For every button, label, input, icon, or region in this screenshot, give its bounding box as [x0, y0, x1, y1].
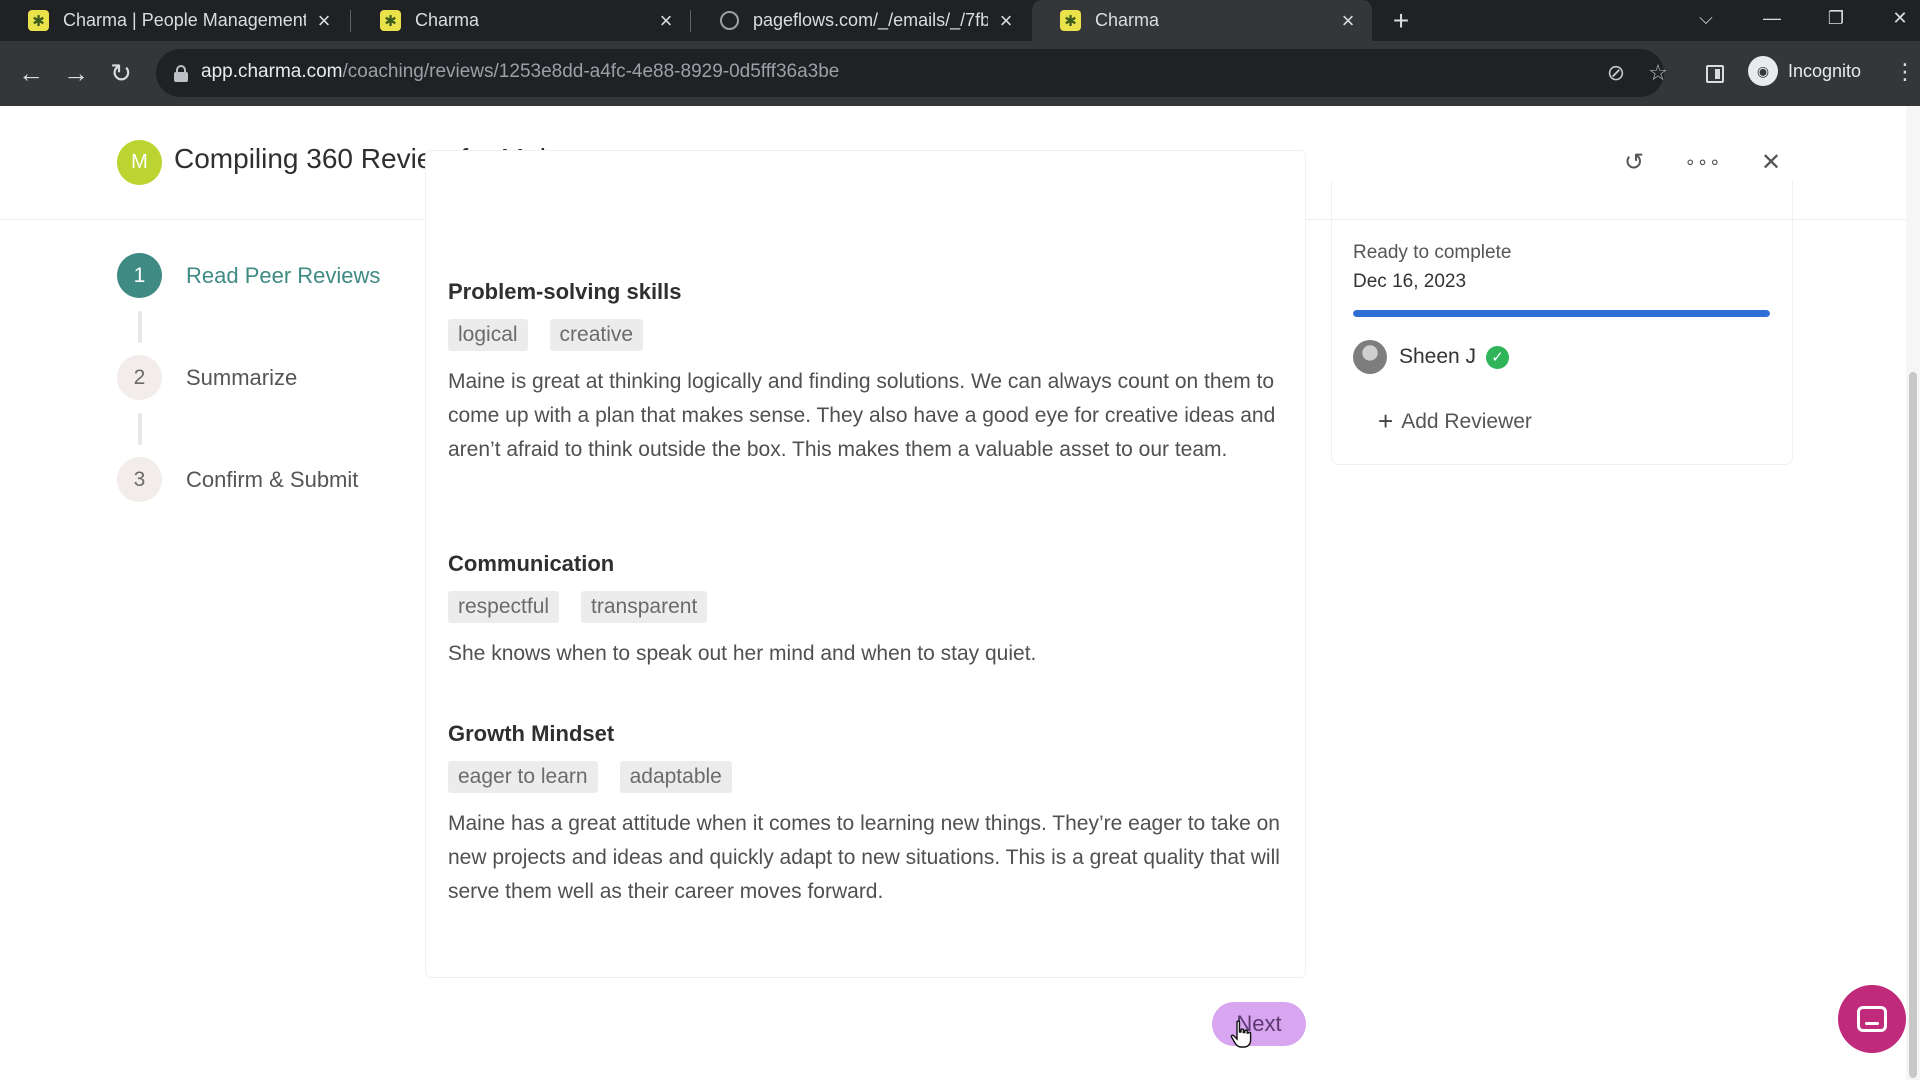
tab-close-icon[interactable]: × [656, 8, 676, 33]
next-button[interactable]: Next [1212, 1002, 1306, 1046]
tag: eager to learn [448, 761, 598, 793]
add-reviewer-button[interactable]: + Add Reviewer [1378, 406, 1532, 437]
step-connector [138, 311, 142, 343]
scrollbar-thumb[interactable] [1909, 372, 1917, 1078]
review-due-date: Dec 16, 2023 [1353, 271, 1467, 292]
plus-icon: + [1378, 406, 1394, 436]
tag: transparent [581, 591, 708, 623]
step-number: 1 [117, 253, 162, 298]
browser-tab-4-active[interactable]: ✱ Charma × [1032, 0, 1372, 41]
tag: creative [549, 319, 644, 351]
tab-close-icon[interactable]: × [1338, 8, 1358, 33]
tab-search-icon[interactable]: ⌵ [1678, 0, 1734, 36]
step-label: Read Peer Reviews [186, 262, 381, 288]
section-title: Communication [448, 551, 615, 576]
browser-toolbar: ← → ↻ app.charma.com/coaching/reviews/12… [0, 41, 1920, 106]
forward-icon[interactable]: → [57, 54, 95, 92]
review-section-communication: Communication respectful transparent She… [448, 551, 1288, 671]
chat-support-button[interactable] [1838, 985, 1906, 1053]
hand-pointer-cursor-icon [1230, 1020, 1252, 1048]
step-summarize[interactable]: 2 Summarize [117, 355, 297, 400]
tag-list: respectful transparent [448, 591, 1288, 623]
step-confirm-submit[interactable]: 3 Confirm & Submit [117, 457, 358, 502]
check-circle-icon: ✓ [1486, 345, 1510, 369]
window-close-icon[interactable]: ✕ [1872, 0, 1920, 36]
charma-logo-icon: ✱ [380, 10, 401, 31]
review-status: Ready to complete [1353, 242, 1512, 263]
bookmark-star-icon[interactable]: ☆ [1644, 59, 1672, 87]
incognito-icon: ◉ [1748, 56, 1778, 86]
employee-avatar: M [117, 140, 162, 185]
tag-list: eager to learn adaptable [448, 761, 1288, 793]
step-read-peer-reviews[interactable]: 1 Read Peer Reviews [117, 253, 380, 298]
tag: adaptable [619, 761, 732, 793]
url-text: app.charma.com/coaching/reviews/1253e8dd… [201, 61, 840, 82]
browser-menu-icon[interactable]: ⋮ [1894, 59, 1916, 85]
tag: respectful [448, 591, 560, 623]
charma-logo-icon: ✱ [28, 10, 49, 31]
restore-icon[interactable]: ❐ [1808, 0, 1864, 36]
browser-tab-1[interactable]: ✱ Charma | People Management S × [0, 0, 348, 41]
tag: logical [448, 319, 528, 351]
browser-tab-bar: ✱ Charma | People Management S × ✱ Charm… [0, 0, 1920, 41]
tab-title: Charma [415, 10, 480, 30]
address-bar[interactable]: app.charma.com/coaching/reviews/1253e8dd… [156, 49, 1668, 97]
lock-icon [174, 65, 188, 82]
history-icon[interactable]: ↺ [1616, 144, 1652, 180]
section-text: She knows when to speak out her mind and… [448, 642, 1037, 665]
side-panel-icon[interactable] [1706, 65, 1724, 83]
tab-title: Charma | People Management S [63, 10, 306, 30]
incognito-indicator[interactable]: ◉ Incognito [1748, 56, 1861, 86]
section-text: Maine has a great attitude when it comes… [448, 812, 1280, 903]
review-progress-fill [1353, 310, 1770, 317]
tab-divider [690, 10, 691, 32]
tab-title: pageflows.com/_/emails/_/7fb5 [753, 10, 988, 30]
chat-icon [1857, 1006, 1887, 1032]
globe-icon [720, 11, 739, 30]
review-section-problem-solving: Problem-solving skills logical creative … [448, 279, 1288, 467]
more-options-icon[interactable]: ∘∘∘ [1685, 144, 1721, 180]
new-tab-icon[interactable]: + [1384, 4, 1418, 38]
add-reviewer-label: Add Reviewer [1401, 409, 1532, 433]
step-number: 3 [117, 457, 162, 502]
reviewer-row[interactable]: Sheen J ✓ [1353, 340, 1510, 374]
section-title: Growth Mindset [448, 721, 615, 746]
reviewer-name: Sheen J [1399, 345, 1477, 368]
reload-icon[interactable]: ↻ [102, 54, 140, 92]
browser-tab-2[interactable]: ✱ Charma × [352, 0, 690, 41]
step-label: Confirm & Submit [186, 466, 359, 492]
tab-close-icon[interactable]: × [314, 8, 334, 33]
back-icon[interactable]: ← [12, 54, 50, 92]
minimize-icon[interactable]: — [1744, 0, 1800, 36]
reviewer-avatar [1353, 340, 1387, 374]
browser-tab-3[interactable]: pageflows.com/_/emails/_/7fb5 × [692, 0, 1030, 41]
step-number: 2 [117, 355, 162, 400]
step-connector [138, 413, 142, 445]
tab-divider [350, 10, 351, 32]
review-section-growth-mindset: Growth Mindset eager to learn adaptable … [448, 721, 1288, 909]
review-progress-bar [1353, 310, 1770, 317]
section-text: Maine is great at thinking logically and… [448, 370, 1276, 461]
tab-title: Charma [1095, 10, 1160, 30]
section-title: Problem-solving skills [448, 279, 682, 304]
tag-list: logical creative [448, 319, 1288, 351]
peer-review-card: Problem-solving skills logical creative … [425, 150, 1306, 978]
tab-close-icon[interactable]: × [996, 8, 1016, 33]
close-icon[interactable]: ✕ [1753, 144, 1789, 180]
reviewers-panel: Ready to complete Dec 16, 2023 Sheen J ✓… [1331, 180, 1793, 465]
step-label: Summarize [186, 364, 298, 390]
charma-logo-icon: ✱ [1060, 10, 1081, 31]
eye-off-icon[interactable]: ⊘ [1602, 59, 1630, 87]
incognito-label: Incognito [1788, 60, 1862, 81]
